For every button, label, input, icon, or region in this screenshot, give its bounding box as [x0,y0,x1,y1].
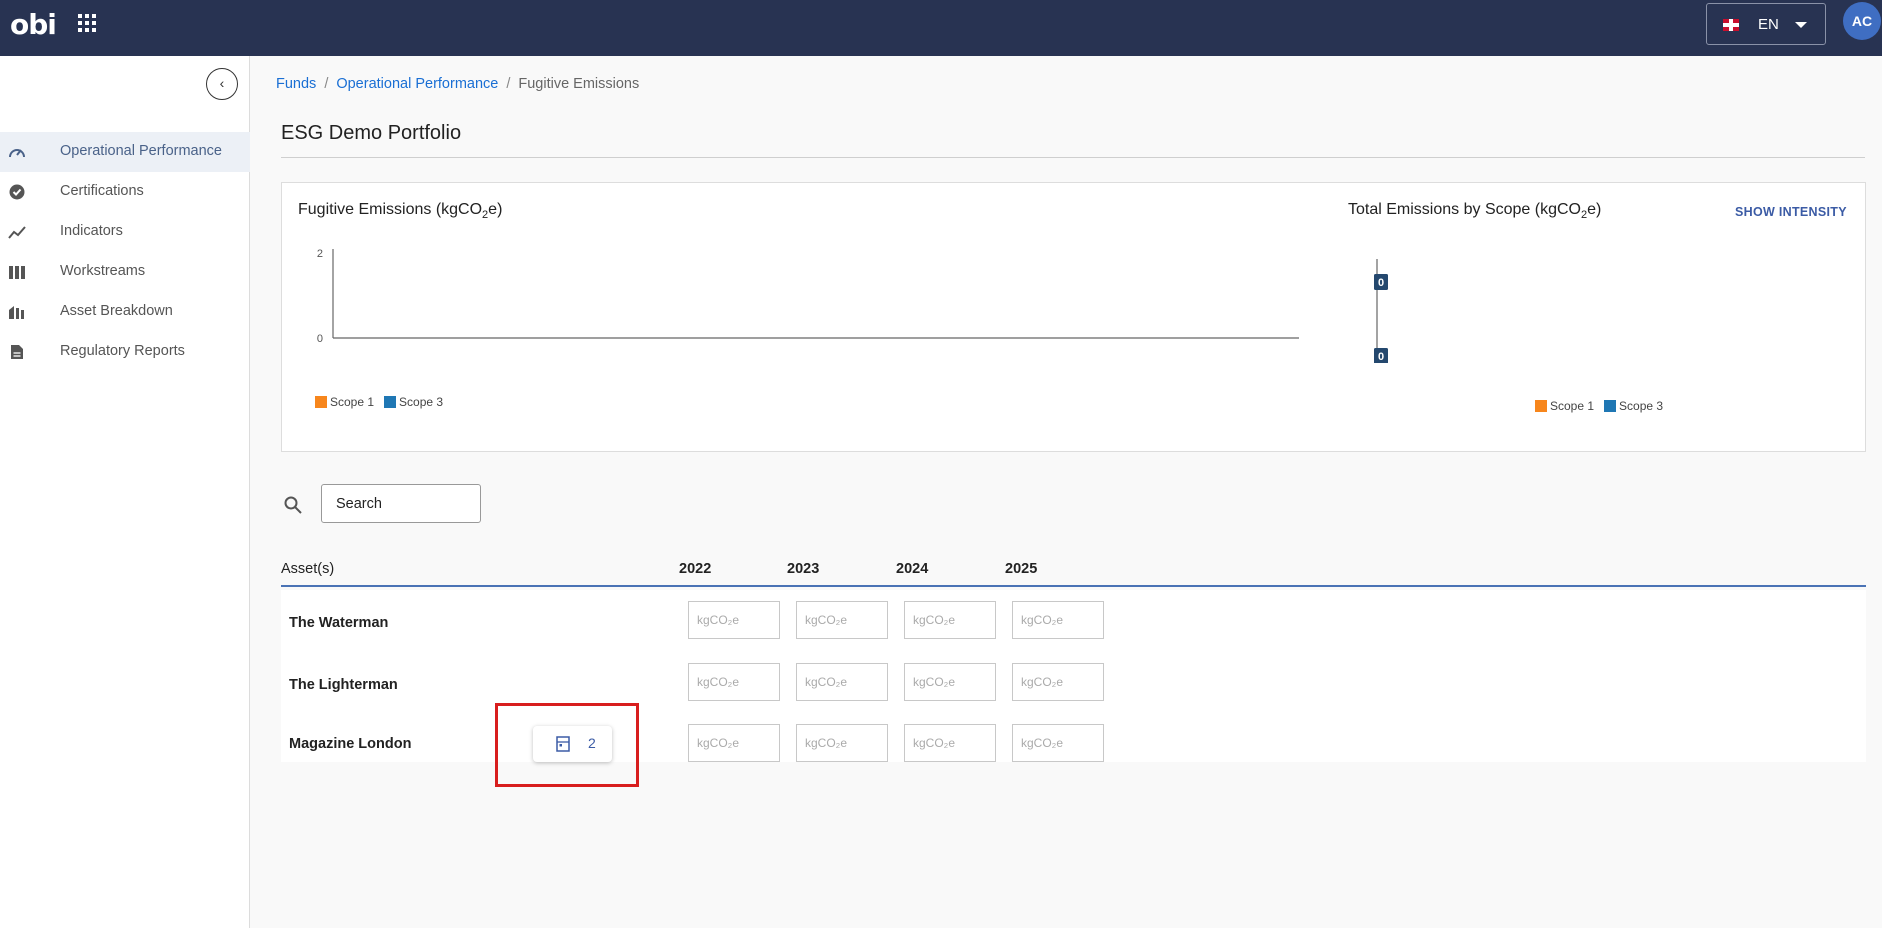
emission-input-2022[interactable] [688,663,780,701]
asset-column-header[interactable]: Asset(s) [281,561,334,577]
emission-input-2024[interactable] [904,724,996,762]
uk-flag-icon [1723,19,1739,31]
emission-input-2024[interactable] [904,601,996,639]
sidebar-item-certifications[interactable]: Certifications [0,172,250,212]
sidebar-item-workstreams[interactable]: Workstreams [0,252,250,292]
speedometer-icon [9,149,25,158]
breadcrumb: Funds / Operational Performance / Fugitive E… [276,76,640,92]
user-avatar[interactable]: AC [1843,2,1881,40]
emission-input-2025[interactable] [1012,724,1104,762]
language-selector[interactable]: EN [1706,3,1826,45]
emission-input-2022[interactable] [688,601,780,639]
verified-badge-icon [9,184,25,200]
fugitive-emissions-chart-title: Fugitive Emissions (kgCO2e) [298,201,503,222]
year-column-header-2022[interactable]: 2022 [679,561,711,577]
sidebar-item-asset-breakdown[interactable]: Asset Breakdown [0,292,250,332]
asset-name[interactable]: The Lighterman [289,677,398,693]
chart-card: Fugitive Emissions (kgCO2e) 202020202120… [281,182,1866,452]
document-icon [11,345,23,359]
title-divider [281,157,1865,158]
total-emissions-chart-title: Total Emissions by Scope (kgCO2e) [1348,201,1602,222]
sidebar-item-label: Workstreams [60,263,146,279]
chevron-left-icon: ‹ [219,75,225,91]
year-column-header-2025[interactable]: 2025 [1005,561,1037,577]
emission-input-2025[interactable] [1012,663,1104,701]
sidebar-item-label: Asset Breakdown [60,303,173,319]
svg-text:0: 0 [1378,277,1384,289]
language-label: EN [1758,16,1779,33]
y-tick-label: 2 [317,248,323,260]
legend-item-scope-3[interactable]: Scope 3 [384,395,443,409]
fugitive-emissions-legend: Scope 1 Scope 3 [315,395,443,409]
breadcrumb-current: Fugitive Emissions [518,76,640,92]
highlight-annotation [495,703,639,787]
sidebar-item-label: Operational Performance [60,143,222,159]
emission-input-2023[interactable] [796,663,888,701]
emission-input-2023[interactable] [796,724,888,762]
year-column-header-2023[interactable]: 2023 [787,561,819,577]
show-intensity-button[interactable]: SHOW INTENSITY [1735,205,1847,219]
sidebar: ‹ Operational Performance Certifications… [0,56,250,928]
emission-input-2024[interactable] [904,663,996,701]
sidebar-item-indicators[interactable]: Indicators [0,212,250,252]
y-tick-label: 0 [317,333,323,343]
apps-grid-icon[interactable] [78,14,96,32]
obi-logo[interactable]: obi [10,8,57,41]
data-label: 0 [1374,274,1388,290]
sidebar-item-regulatory-reports[interactable]: Regulatory Reports [0,332,250,372]
total-emissions-legend: Scope 1 Scope 3 [1535,399,1663,413]
buildings-icon [9,306,24,319]
page-title: ESG Demo Portfolio [281,122,462,144]
breadcrumb-operational-performance[interactable]: Operational Performance [336,76,498,92]
year-column-header-2024[interactable]: 2024 [896,561,928,577]
sidebar-item-operational-performance[interactable]: Operational Performance [0,132,250,172]
search-icon [284,496,302,514]
sidebar-item-label: Certifications [60,183,144,199]
top-bar: obi EN AC [0,0,1882,56]
svg-text:0: 0 [1378,351,1384,363]
breadcrumb-funds[interactable]: Funds [276,76,316,92]
emission-input-2025[interactable] [1012,601,1104,639]
chevron-down-icon [1795,22,1807,28]
trend-line-icon [8,226,26,239]
emission-input-2022[interactable] [688,724,780,762]
legend-item-scope-1[interactable]: Scope 1 [315,395,374,409]
legend-item-scope-1[interactable]: Scope 1 [1535,399,1594,413]
data-label: 0 [1374,348,1388,363]
search-input[interactable] [321,484,481,523]
asset-name[interactable]: Magazine London [289,736,411,752]
emission-input-2023[interactable] [796,601,888,639]
columns-icon [9,266,25,279]
table-header-divider [281,585,1866,587]
legend-item-scope-3[interactable]: Scope 3 [1604,399,1663,413]
sidebar-item-label: Regulatory Reports [60,343,185,359]
table-row: The Waterman [281,590,1866,652]
asset-name[interactable]: The Waterman [289,615,388,631]
sidebar-item-label: Indicators [60,223,123,239]
collapse-sidebar-button[interactable]: ‹ [206,68,238,100]
total-emissions-chart: 00 [1374,259,1388,363]
